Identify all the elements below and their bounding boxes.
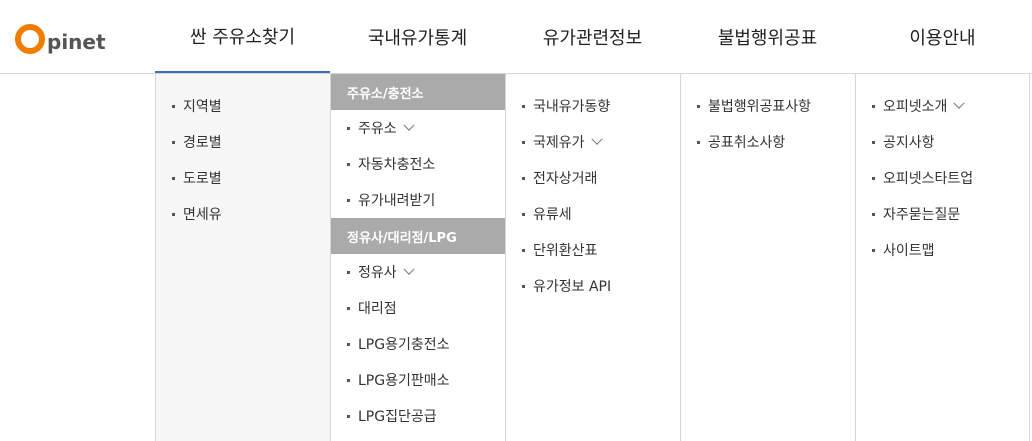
bullet-icon	[872, 212, 875, 216]
menu-item-intl-price[interactable]: 국제유가	[506, 124, 680, 160]
chevron-down-icon[interactable]	[953, 97, 966, 109]
chevron-down-icon[interactable]	[590, 133, 603, 145]
bullet-icon	[172, 212, 175, 216]
menu-label: 주유소	[358, 121, 397, 137]
menu-item-route[interactable]: 경로별	[156, 124, 330, 160]
menu-item-price-api[interactable]: 유가정보 API	[506, 268, 680, 304]
group-header-refiners: 정유사/대리점/LPG	[331, 218, 505, 254]
header: pinet 싼 주유소찾기 국내유가통계 유가관련정보 불법행위공표 이용안내	[0, 0, 1032, 74]
menu-label: 지역별	[183, 99, 222, 115]
menu-label: 국내유가동향	[533, 99, 611, 115]
bullet-icon	[872, 140, 875, 144]
bullet-icon	[522, 284, 525, 288]
menu-label: 단위환산표	[533, 243, 598, 259]
menu-col-illegal: 불법행위공표사항 공표취소사항	[680, 74, 855, 441]
bullet-icon	[522, 248, 525, 252]
menu-col-stats: 주유소/충전소 주유소 자동차충전소 유가내려받기 정유사/대리점/LPG 정유…	[330, 74, 505, 441]
bullet-icon	[347, 378, 350, 382]
bullet-icon	[522, 176, 525, 180]
menu-label: 유류세	[533, 207, 572, 223]
bullet-icon	[172, 176, 175, 180]
menu-item-sitemap[interactable]: 사이트맵	[856, 232, 1029, 268]
bullet-icon	[347, 126, 350, 130]
bullet-icon	[347, 414, 350, 418]
menu-item-agency[interactable]: 대리점	[331, 290, 505, 326]
menu-label: LPG집단공급	[358, 409, 437, 425]
bullet-icon	[872, 176, 875, 180]
menu-item-about[interactable]: 오피넷소개	[856, 88, 1029, 124]
bullet-icon	[872, 104, 875, 108]
menu-col-info: 국내유가동향 국제유가 전자상거래 유류세 단위환산표 유가정보 API	[505, 74, 680, 441]
menu-item-disclosure-cancel[interactable]: 공표취소사항	[681, 124, 855, 160]
menu-label: 오피넷소개	[883, 99, 948, 115]
menu-label: 국제유가	[533, 135, 585, 151]
menu-item-illegal-disclosure[interactable]: 불법행위공표사항	[681, 88, 855, 124]
mega-menu: 지역별 경로별 도로별 면세유 주유소/충전소 주유소 자동차충전소 유가내려받…	[155, 74, 1032, 441]
menu-label: 공표취소사항	[708, 135, 786, 151]
nav-oil-price-info[interactable]: 유가관련정보	[505, 0, 680, 73]
menu-item-e-commerce[interactable]: 전자상거래	[506, 160, 680, 196]
menu-item-fuel-tax[interactable]: 유류세	[506, 196, 680, 232]
main-nav: 싼 주유소찾기 국내유가통계 유가관련정보 불법행위공표 이용안내	[155, 0, 1030, 73]
nav-find-cheap-station[interactable]: 싼 주유소찾기	[155, 0, 330, 73]
bullet-icon	[172, 140, 175, 144]
bullet-icon	[347, 162, 350, 166]
bullet-icon	[872, 248, 875, 252]
menu-item-unit-conversion[interactable]: 단위환산표	[506, 232, 680, 268]
bullet-icon	[697, 140, 700, 144]
menu-label: 유가내려받기	[358, 193, 436, 209]
menu-item-lpg-sales[interactable]: LPG용기판매소	[331, 362, 505, 398]
menu-item-domestic-trend[interactable]: 국내유가동향	[506, 88, 680, 124]
menu-label: 자주묻는질문	[883, 207, 961, 223]
chevron-down-icon[interactable]	[402, 263, 415, 275]
menu-item-auto-charging[interactable]: 자동차충전소	[331, 146, 505, 182]
menu-item-road[interactable]: 도로별	[156, 160, 330, 196]
menu-label: LPG용기판매소	[358, 373, 450, 389]
logo-text: pinet	[47, 30, 106, 54]
bullet-icon	[522, 212, 525, 216]
bullet-icon	[172, 104, 175, 108]
menu-item-region[interactable]: 지역별	[156, 88, 330, 124]
menu-label: 공지사항	[883, 135, 935, 151]
menu-label: 유가정보 API	[533, 279, 612, 295]
menu-label: 전자상거래	[533, 171, 598, 187]
menu-item-startup[interactable]: 오피넷스타트업	[856, 160, 1029, 196]
menu-item-lpg-charging[interactable]: LPG용기충전소	[331, 326, 505, 362]
menu-label: 자동차충전소	[358, 157, 436, 173]
bullet-icon	[697, 104, 700, 108]
menu-item-price-download[interactable]: 유가내려받기	[331, 182, 505, 218]
nav-illegal-disclosure[interactable]: 불법행위공표	[680, 0, 855, 73]
chevron-down-icon[interactable]	[402, 119, 415, 131]
menu-label: 오피넷스타트업	[883, 171, 974, 187]
menu-label: LPG용기충전소	[358, 337, 450, 353]
group-header-stations: 주유소/충전소	[331, 74, 505, 110]
menu-item-notice[interactable]: 공지사항	[856, 124, 1029, 160]
menu-item-gas-station[interactable]: 주유소	[331, 110, 505, 146]
menu-item-refiner[interactable]: 정유사	[331, 254, 505, 290]
menu-item-faq[interactable]: 자주묻는질문	[856, 196, 1029, 232]
opinet-logo[interactable]: pinet	[15, 14, 106, 54]
menu-item-tax-free[interactable]: 면세유	[156, 196, 330, 232]
bullet-icon	[347, 342, 350, 346]
bullet-icon	[347, 270, 350, 274]
menu-item-lpg-group-supply[interactable]: LPG집단공급	[331, 398, 505, 434]
menu-label: 불법행위공표사항	[708, 99, 812, 115]
nav-user-guide[interactable]: 이용안내	[855, 0, 1030, 73]
menu-label: 면세유	[183, 207, 222, 223]
menu-label: 도로별	[183, 171, 222, 187]
bullet-icon	[347, 198, 350, 202]
menu-col-find: 지역별 경로별 도로별 면세유	[155, 74, 330, 441]
logo-o-mark-icon	[15, 24, 45, 54]
menu-label: 경로별	[183, 135, 222, 151]
menu-label: 정유사	[358, 265, 397, 281]
menu-label: 대리점	[358, 301, 397, 317]
menu-col-guide: 오피넷소개 공지사항 오피넷스타트업 자주묻는질문 사이트맵	[855, 74, 1030, 441]
menu-label: 사이트맵	[883, 243, 935, 259]
bullet-icon	[522, 140, 525, 144]
bullet-icon	[522, 104, 525, 108]
bullet-icon	[347, 306, 350, 310]
nav-domestic-price-stats[interactable]: 국내유가통계	[330, 0, 505, 73]
